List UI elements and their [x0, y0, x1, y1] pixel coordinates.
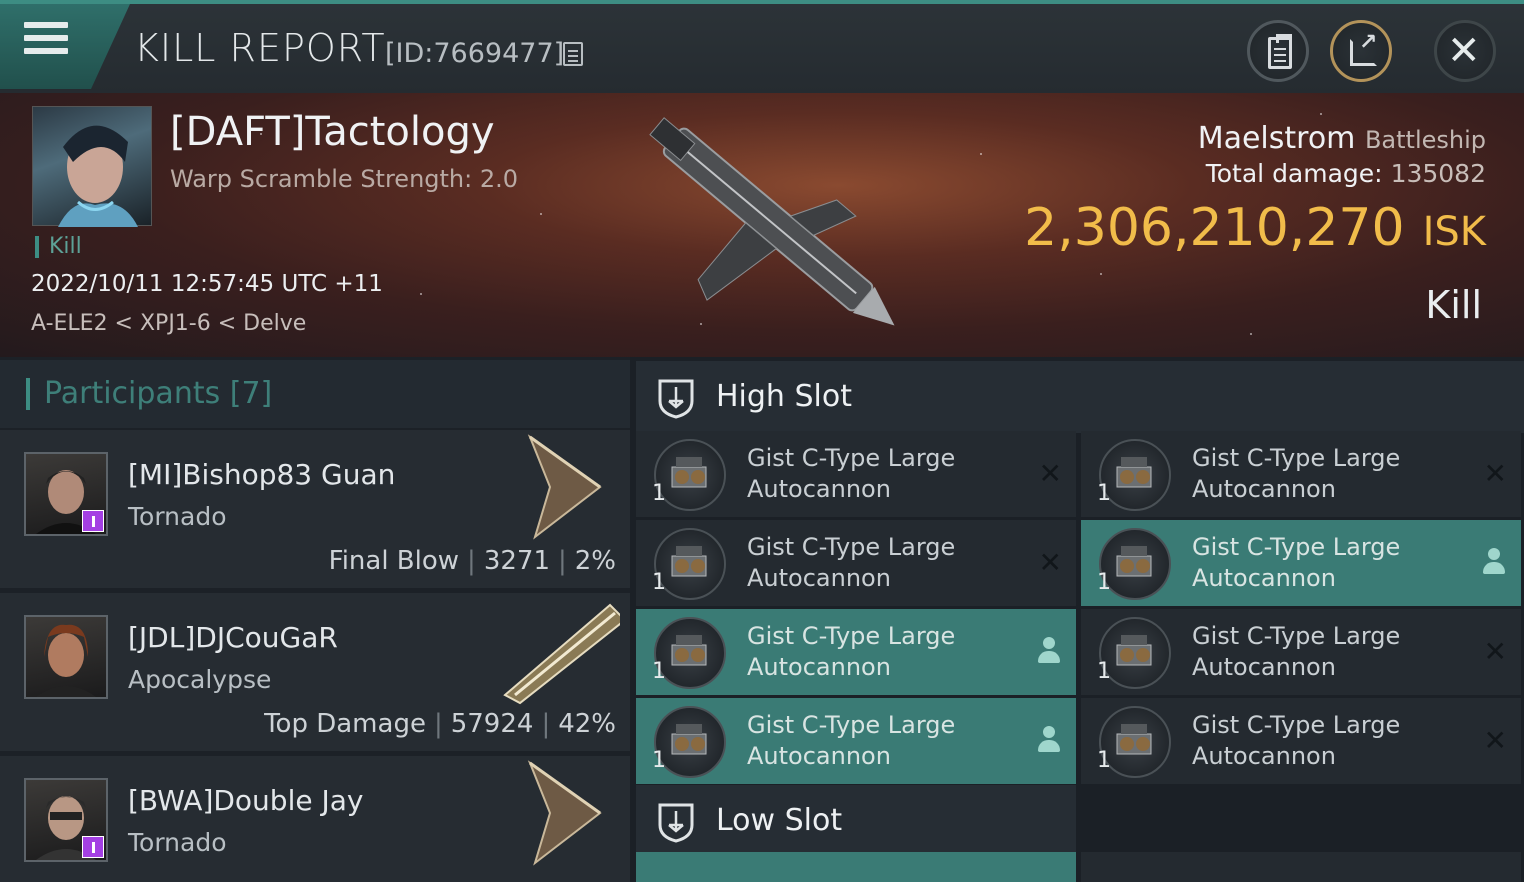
participant-name[interactable]: [MI]Bishop83 Guan: [128, 458, 395, 491]
participant-ship-image: [527, 760, 602, 866]
dropped-person-icon: [1483, 548, 1505, 576]
participants-title: Participants [7]: [26, 378, 272, 410]
damage-value: 135082: [1390, 159, 1486, 188]
participant-ship: Tornado: [128, 828, 227, 857]
copy-icon[interactable]: [563, 42, 583, 66]
module-quantity: 1: [652, 659, 666, 684]
menu-icon[interactable]: [24, 22, 68, 62]
close-button[interactable]: ✕: [1434, 20, 1496, 82]
low-slot-title: Low Slot: [716, 803, 843, 838]
damage-label: Total damage:: [1205, 159, 1383, 188]
participant-portrait[interactable]: [24, 452, 108, 536]
victim-ship[interactable]: Maelstrom Battleship: [1198, 121, 1486, 156]
high-slot-title: High Slot: [716, 379, 852, 414]
share-icon: [1350, 30, 1377, 66]
module-item[interactable]: 1 Gist C-Type Large Autocannon: [636, 698, 1076, 784]
module-quantity: 1: [1097, 659, 1111, 684]
participant-ship: Tornado: [128, 502, 227, 531]
participant-ship: Apocalypse: [128, 665, 272, 694]
participant-ship-image: [503, 603, 620, 705]
page-title: KILL REPORT: [134, 26, 386, 70]
low-slot-icon: [658, 803, 694, 843]
participant-percent: 42%: [558, 709, 616, 739]
participant-damage: 57924: [450, 709, 534, 739]
module-name: Gist C-Type Large Autocannon: [1192, 444, 1401, 503]
victim-ship-image: [649, 117, 895, 326]
clipboard-button[interactable]: [1247, 20, 1309, 82]
module-quantity: 1: [1097, 570, 1111, 595]
module-quantity: 1: [652, 481, 666, 506]
dropped-person-icon: [1038, 726, 1060, 754]
participant-card[interactable]: [MI]Bishop83 Guan Tornado Final Blow | 327…: [0, 430, 630, 588]
participant-role: Final Blow: [328, 546, 460, 576]
victim-name[interactable]: [DAFT]Tactology: [170, 109, 495, 155]
module-quantity: 1: [1097, 481, 1111, 506]
module-item[interactable]: 1 Gist C-Type Large Autocannon: [1081, 520, 1521, 606]
victim-portrait[interactable]: [32, 106, 152, 227]
participant-percent: 2%: [574, 546, 616, 576]
module-item[interactable]: 1 Gist C-Type Large Autocannon ✕: [1081, 698, 1521, 784]
participant-stats: Top Damage | 57924 | 42%: [264, 709, 616, 739]
isk-amount: 2,306,210,270: [1024, 198, 1405, 258]
low-slot-item-partial[interactable]: [636, 852, 1076, 882]
report-id: [ID:7669477]: [385, 38, 565, 69]
module-quantity: 1: [652, 570, 666, 595]
participant-card[interactable]: [BWA]Double Jay Tornado: [0, 756, 630, 882]
alliance-badge-icon: [82, 510, 104, 532]
destroyed-icon: ✕: [1483, 457, 1507, 490]
module-name: Gist C-Type Large Autocannon: [747, 533, 956, 592]
module-name: Gist C-Type Large Autocannon: [747, 711, 956, 770]
isk-value: 2,306,210,270 ISK: [1024, 198, 1486, 258]
module-quantity: 1: [1097, 748, 1111, 773]
isk-unit: ISK: [1422, 209, 1486, 255]
kill-result: Kill: [1425, 283, 1482, 327]
kill-datetime: 2022/10/11 12:57:45 UTC +11: [31, 271, 383, 297]
destroyed-icon: ✕: [1038, 546, 1062, 579]
module-name: Gist C-Type Large Autocannon: [1192, 711, 1401, 770]
ship-class: Battleship: [1364, 126, 1486, 154]
low-slot-item-partial[interactable]: [1081, 852, 1521, 882]
module-item[interactable]: 1 Gist C-Type Large Autocannon ✕: [1081, 609, 1521, 695]
warp-scramble-strength: Warp Scramble Strength: 2.0: [170, 165, 519, 193]
participant-damage: 3271: [483, 546, 550, 576]
module-name: Gist C-Type Large Autocannon: [1192, 533, 1401, 592]
low-slot-header: Low Slot: [636, 785, 1076, 852]
module-name: Gist C-Type Large Autocannon: [1192, 622, 1401, 681]
destroyed-icon: ✕: [1483, 724, 1507, 757]
module-item[interactable]: 1 Gist C-Type Large Autocannon: [636, 609, 1076, 695]
module-item[interactable]: 1 Gist C-Type Large Autocannon ✕: [636, 431, 1076, 517]
clipboard-icon: [1268, 34, 1292, 69]
close-icon: ✕: [1447, 28, 1481, 74]
module-item[interactable]: 1 Gist C-Type Large Autocannon ✕: [1081, 431, 1521, 517]
ship-name: Maelstrom: [1197, 121, 1356, 156]
module-item[interactable]: 1 Gist C-Type Large Autocannon ✕: [636, 520, 1076, 606]
participant-ship-image: [527, 434, 602, 540]
total-damage: Total damage: 135082: [1206, 159, 1486, 188]
victim-banner: [DAFT]Tactology Warp Scramble Strength: …: [0, 93, 1524, 357]
menu-tab[interactable]: [0, 4, 130, 89]
module-quantity: 1: [652, 748, 666, 773]
participant-role: Top Damage: [264, 709, 426, 739]
module-name: Gist C-Type Large Autocannon: [747, 622, 956, 681]
kill-location[interactable]: A-ELE2 < XPJ1-6 < Delve: [31, 311, 306, 336]
share-button[interactable]: [1330, 20, 1392, 82]
alliance-badge-icon: [82, 836, 104, 858]
module-name: Gist C-Type Large Autocannon: [747, 444, 956, 503]
participant-portrait[interactable]: [24, 778, 108, 862]
participant-name[interactable]: [JDL]DJCouGaR: [128, 621, 338, 654]
participants-header: Participants [7]: [0, 360, 630, 428]
title-bar: KILL REPORT [ID:7669477] ✕: [0, 0, 1524, 93]
participant-card[interactable]: [JDL]DJCouGaR Apocalypse Top Damage | 5792…: [0, 593, 630, 751]
participants-panel: Participants [7] [MI]Bishop83 Guan Torna…: [0, 357, 630, 882]
high-slot-icon: [658, 379, 694, 419]
participant-name[interactable]: [BWA]Double Jay: [128, 784, 363, 817]
destroyed-icon: ✕: [1038, 457, 1062, 490]
dropped-person-icon: [1038, 637, 1060, 665]
high-slot-header: High Slot: [636, 361, 1524, 433]
destroyed-icon: ✕: [1483, 635, 1507, 668]
kill-tag: Kill: [35, 236, 82, 258]
participant-portrait[interactable]: [24, 615, 108, 699]
participant-stats: Final Blow | 3271 | 2%: [328, 546, 616, 576]
